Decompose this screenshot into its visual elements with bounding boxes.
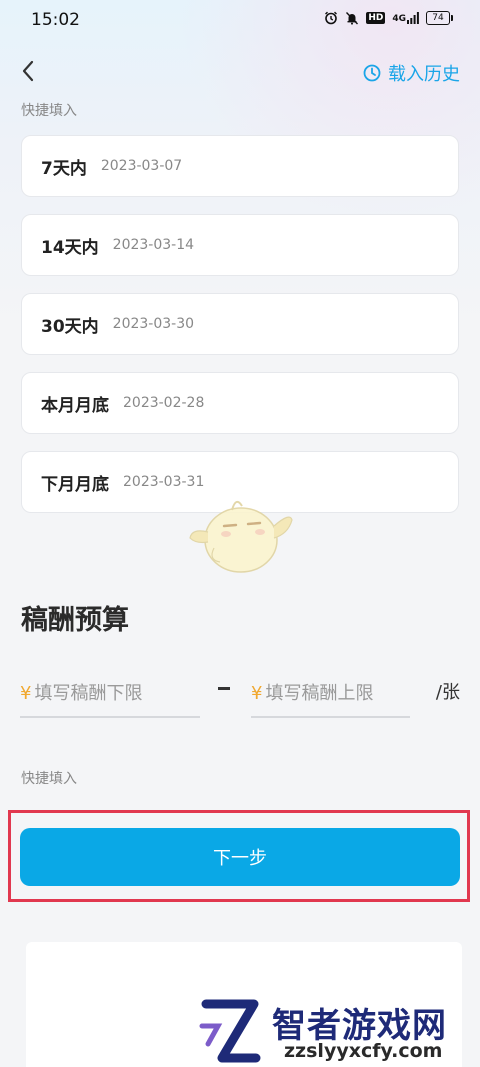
budget-section-title: 稿酬预算 (21, 605, 129, 636)
currency-symbol: ¥ (251, 682, 263, 704)
back-button[interactable] (14, 56, 44, 86)
mascot-sticker-icon (189, 500, 293, 573)
quick-fill-option-label: 本月月底 (41, 395, 109, 416)
budget-min-input[interactable] (34, 682, 195, 704)
hd-badge: HD (366, 12, 386, 24)
quick-fill-option-date: 2023-02-28 (123, 395, 205, 411)
clock-icon (363, 64, 381, 82)
network-label: 4G (392, 14, 406, 24)
watermark-url: zzslyyxcfy.com (284, 1040, 443, 1062)
quick-fill-option-label: 下月月底 (41, 474, 109, 495)
deadline-quick-fill-label: 快捷填入 (21, 103, 77, 119)
alarm-icon (325, 11, 338, 25)
budget-min-field[interactable]: ¥ (20, 670, 200, 718)
currency-symbol: ¥ (20, 682, 32, 704)
battery-icon: 74 (426, 11, 453, 25)
status-icons: HD 4G 74 (324, 11, 453, 25)
quick-fill-option-label: 7天内 (41, 158, 87, 179)
quick-fill-option-label: 14天内 (41, 237, 99, 258)
budget-quick-fill-label: 快捷填入 (21, 771, 77, 787)
watermark: 智者游戏网 zzslyyxcfy.com (196, 996, 480, 1067)
load-history-button[interactable]: 载入历史 (363, 60, 460, 86)
status-time: 15:02 (31, 10, 80, 30)
quick-fill-14-days[interactable]: 14天内 2023-03-14 (21, 214, 459, 276)
chevron-left-icon (22, 60, 34, 82)
quick-fill-30-days[interactable]: 30天内 2023-03-30 (21, 293, 459, 355)
signal-icon: 4G (392, 12, 419, 24)
quick-fill-month-end[interactable]: 本月月底 2023-02-28 (21, 372, 459, 434)
load-history-label: 载入历史 (388, 64, 460, 85)
quick-fill-7-days[interactable]: 7天内 2023-03-07 (21, 135, 459, 197)
quick-fill-option-label: 30天内 (41, 316, 99, 337)
range-separator (218, 687, 230, 690)
bell-muted-icon (346, 12, 359, 25)
budget-max-input[interactable] (265, 682, 406, 704)
quick-fill-option-date: 2023-03-30 (112, 316, 195, 332)
status-bar: 15:02 HD 4G 74 (0, 0, 480, 44)
next-step-button[interactable]: 下一步 (20, 828, 460, 886)
budget-unit-label: /张 (435, 682, 460, 703)
quick-fill-option-date: 2023-03-14 (112, 237, 195, 253)
quick-fill-option-date: 2023-03-07 (100, 158, 183, 174)
watermark-logo-icon (199, 999, 261, 1063)
budget-max-field[interactable]: ¥ (251, 670, 410, 718)
